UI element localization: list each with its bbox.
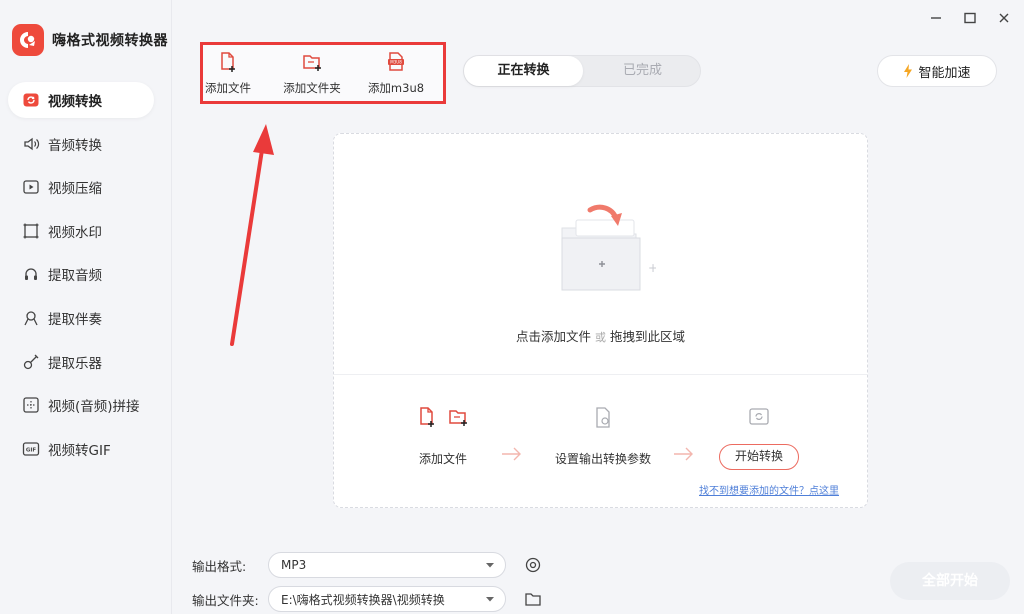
file-drop-area: + + 点击添加文件或拖拽到此区域 添加文件 <box>333 133 868 508</box>
chevron-down-icon <box>485 592 495 606</box>
output-folder-label: 输出文件夹: <box>192 592 259 608</box>
sidebar-item-label: 视频(音频)拼接 <box>48 399 140 416</box>
add-file-button[interactable]: 添加文件 <box>205 51 251 96</box>
maximize-icon[interactable] <box>962 10 978 26</box>
output-format-label: 输出格式: <box>192 558 247 574</box>
app-window: 嗨格式视频转换器 视频转换 音频转换 视频压缩 视频水印 提取音频 提取伴奏 提… <box>0 0 1024 614</box>
output-folder-value: E:\嗨格式视频转换器\视频转换 <box>281 592 445 607</box>
output-format-value: MP3 <box>281 558 307 572</box>
drop-hint-drag: 拖拽到此区域 <box>610 329 686 344</box>
logo-icon <box>12 24 44 56</box>
step-params-label: 设置输出转换参数 <box>554 452 651 466</box>
svg-text:+: + <box>648 261 656 275</box>
tab-converting[interactable]: 正在转换 <box>464 56 583 86</box>
extract-audio-icon <box>22 265 40 283</box>
step-convert-icon-wrap <box>734 406 784 430</box>
watermark-icon <box>22 222 40 240</box>
help-link[interactable]: 找不到想要添加的文件？点这里 <box>699 482 839 497</box>
output-format-select[interactable]: MP3 <box>268 552 506 578</box>
smart-accelerate-button[interactable]: 智能加速 <box>877 55 997 87</box>
svg-text:GIF: GIF <box>26 447 37 453</box>
step-add-label: 添加文件 <box>418 452 467 466</box>
output-folder-select[interactable]: E:\嗨格式视频转换器\视频转换 <box>268 586 506 612</box>
add-file-icon <box>205 51 251 73</box>
sidebar-item-label: 提取音频 <box>48 268 102 285</box>
sidebar-item-video-convert[interactable]: 视频转换 <box>8 82 154 118</box>
sidebar-item-video-compress[interactable]: 视频压缩 <box>8 169 154 205</box>
add-file-icon <box>420 407 434 427</box>
output-format-row: 输出格式: MP3 <box>192 552 542 578</box>
window-controls <box>928 10 1012 26</box>
gif-icon: GIF <box>22 440 40 458</box>
chevron-down-icon <box>485 558 495 572</box>
start-all-button[interactable]: 全部开始 <box>890 562 1010 600</box>
add-file-label: 添加文件 <box>205 81 251 95</box>
svg-text:M3U8: M3U8 <box>390 60 402 65</box>
settings-doc-icon <box>548 406 658 430</box>
sidebar-item-label: 提取伴奏 <box>48 311 102 328</box>
add-folder-button[interactable]: 添加文件夹 <box>281 51 343 96</box>
drop-zone[interactable]: + + 点击添加文件或拖拽到此区域 <box>334 134 867 374</box>
start-convert-button[interactable]: 开始转换 <box>719 444 799 470</box>
audio-icon <box>22 135 40 153</box>
add-toolbar-highlight: 添加文件 添加文件夹 M3U8 添加m3u8 <box>200 42 446 104</box>
accompaniment-icon <box>22 309 40 327</box>
sidebar-item-gif[interactable]: GIF 视频转GIF <box>8 431 154 467</box>
step-arrow-icon <box>500 444 524 468</box>
app-title: 嗨格式视频转换器 <box>52 33 168 49</box>
format-settings-icon[interactable] <box>524 556 542 574</box>
add-folder-icon <box>449 410 467 426</box>
sidebar-item-label: 提取乐器 <box>48 355 102 372</box>
drop-divider <box>334 374 867 375</box>
add-m3u8-label: 添加m3u8 <box>367 81 425 95</box>
app-logo: 嗨格式视频转换器 <box>12 24 168 56</box>
video-convert-icon <box>22 91 40 109</box>
sidebar-item-label: 视频压缩 <box>48 181 102 198</box>
guitar-icon <box>22 353 40 371</box>
lightning-icon <box>903 64 913 78</box>
minimize-icon[interactable] <box>928 10 944 26</box>
status-tabs: 正在转换 已完成 <box>463 55 701 87</box>
merge-icon <box>22 396 40 414</box>
step-set-params: 设置输出转换参数 <box>548 406 658 467</box>
drop-hint-click: 点击添加文件 <box>515 329 591 344</box>
add-folder-icon <box>281 51 343 73</box>
add-m3u8-button[interactable]: M3U8 添加m3u8 <box>366 51 426 96</box>
sidebar-item-watermark[interactable]: 视频水印 <box>8 213 154 249</box>
tab-done[interactable]: 已完成 <box>583 56 702 86</box>
open-folder-icon[interactable] <box>524 590 542 608</box>
smart-accelerate-label: 智能加速 <box>918 65 971 81</box>
sidebar-item-label: 视频转换 <box>48 94 102 110</box>
add-m3u8-icon: M3U8 <box>366 51 426 73</box>
folder-add-icon: + + <box>544 202 658 298</box>
step-arrow-icon <box>672 444 696 468</box>
step-add-files: 添加文件 <box>404 406 482 467</box>
add-folder-label: 添加文件夹 <box>283 81 341 95</box>
drop-hint-or: 或 <box>595 331 606 344</box>
close-icon[interactable] <box>996 10 1012 26</box>
convert-icon <box>734 406 784 430</box>
output-folder-row: 输出文件夹: E:\嗨格式视频转换器\视频转换 <box>192 586 542 612</box>
sidebar-item-merge[interactable]: 视频(音频)拼接 <box>8 387 154 423</box>
step-add-icons <box>404 406 482 430</box>
sidebar-item-extract-audio[interactable]: 提取音频 <box>8 256 154 292</box>
sidebar-item-label: 视频转GIF <box>48 442 111 459</box>
sidebar-item-audio-convert[interactable]: 音频转换 <box>8 126 154 162</box>
drop-hint: 点击添加文件或拖拽到此区域 <box>334 326 867 345</box>
compress-icon <box>22 178 40 196</box>
sidebar-item-extract-instrument[interactable]: 提取乐器 <box>8 344 154 380</box>
sidebar: 嗨格式视频转换器 视频转换 音频转换 视频压缩 视频水印 提取音频 提取伴奏 提… <box>0 0 172 614</box>
sidebar-item-label: 视频水印 <box>48 224 102 241</box>
sidebar-nav: 视频转换 音频转换 视频压缩 视频水印 提取音频 提取伴奏 提取乐器 视频(音频… <box>8 82 154 474</box>
sidebar-item-extract-accompaniment[interactable]: 提取伴奏 <box>8 300 154 336</box>
sidebar-item-label: 音频转换 <box>48 137 102 154</box>
